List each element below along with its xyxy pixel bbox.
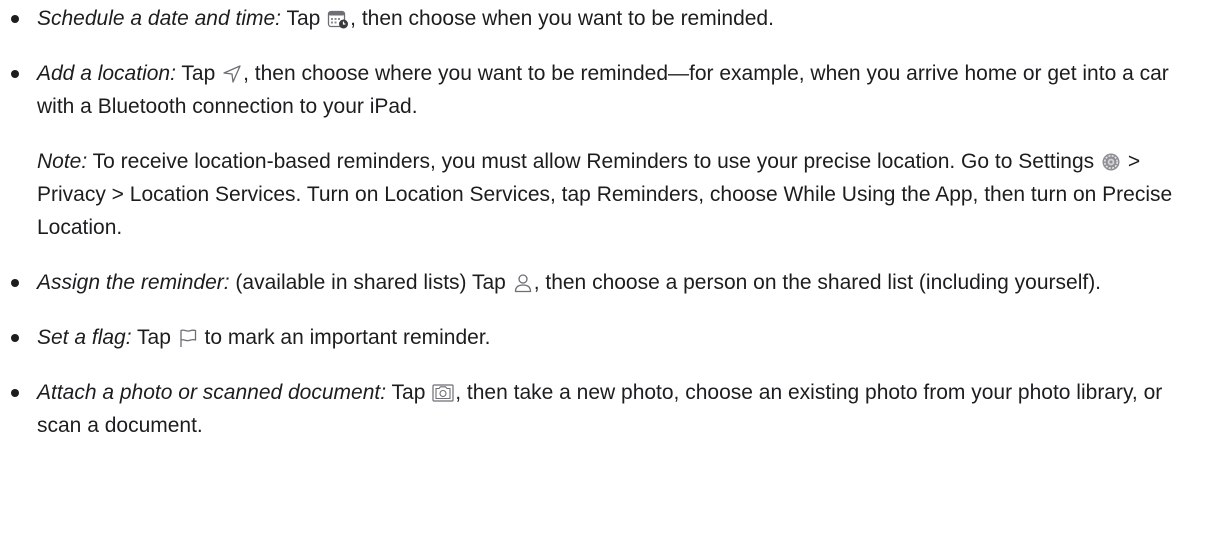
bullet-dot	[11, 70, 19, 78]
item-lead: Schedule a date and time:	[37, 7, 282, 30]
settings-gear-icon	[1101, 152, 1121, 172]
list-item-flag: Set a flag: Tap to mark an important rem…	[11, 321, 1197, 354]
flag-icon	[178, 328, 198, 348]
item-lead: Add a location:	[37, 62, 176, 85]
bullet-dot	[11, 334, 19, 342]
article-content: Schedule a date and time: Tap , then cho…	[0, 0, 1207, 442]
list-item-text: Add a location: Tap , then choose where …	[37, 57, 1197, 123]
list-item-text: Set a flag: Tap to mark an important rem…	[37, 321, 1197, 354]
list-item-text: Attach a photo or scanned document: Tap …	[37, 376, 1197, 442]
item-text: to mark an important reminder.	[198, 326, 491, 349]
note-text: To receive location-based reminders, you…	[87, 150, 1100, 173]
bullet-dot	[11, 15, 19, 23]
note-paragraph: Note: To receive location-based reminder…	[37, 145, 1197, 244]
calendar-clock-icon	[327, 9, 349, 29]
item-text: Tap	[281, 7, 327, 30]
bullet-dot	[11, 279, 19, 287]
item-text: (available in shared lists) Tap	[229, 271, 512, 294]
item-text: Tap	[175, 62, 222, 85]
person-icon	[513, 273, 533, 293]
item-text: , then choose when you want to be remind…	[350, 7, 774, 30]
item-text: , then choose a person on the shared lis…	[533, 271, 1102, 294]
list-item-attach: Attach a photo or scanned document: Tap …	[11, 376, 1197, 442]
list-item-schedule: Schedule a date and time: Tap , then cho…	[11, 2, 1197, 35]
camera-icon	[432, 383, 454, 403]
item-text: Tap	[131, 326, 177, 349]
item-lead: Set a flag:	[37, 326, 132, 349]
list-item-location: Add a location: Tap , then choose where …	[11, 57, 1197, 244]
reminder-options-list: Schedule a date and time: Tap , then cho…	[11, 2, 1197, 442]
list-item-text: Assign the reminder: (available in share…	[37, 266, 1197, 299]
item-lead: Attach a photo or scanned document:	[37, 381, 387, 404]
list-item-text: Schedule a date and time: Tap , then cho…	[37, 2, 1197, 35]
item-lead: Assign the reminder:	[37, 271, 230, 294]
list-item-assign: Assign the reminder: (available in share…	[11, 266, 1197, 299]
note-lead: Note:	[37, 150, 88, 173]
location-arrow-icon	[222, 64, 242, 84]
bullet-dot	[11, 389, 19, 397]
item-text: Tap	[386, 381, 432, 404]
